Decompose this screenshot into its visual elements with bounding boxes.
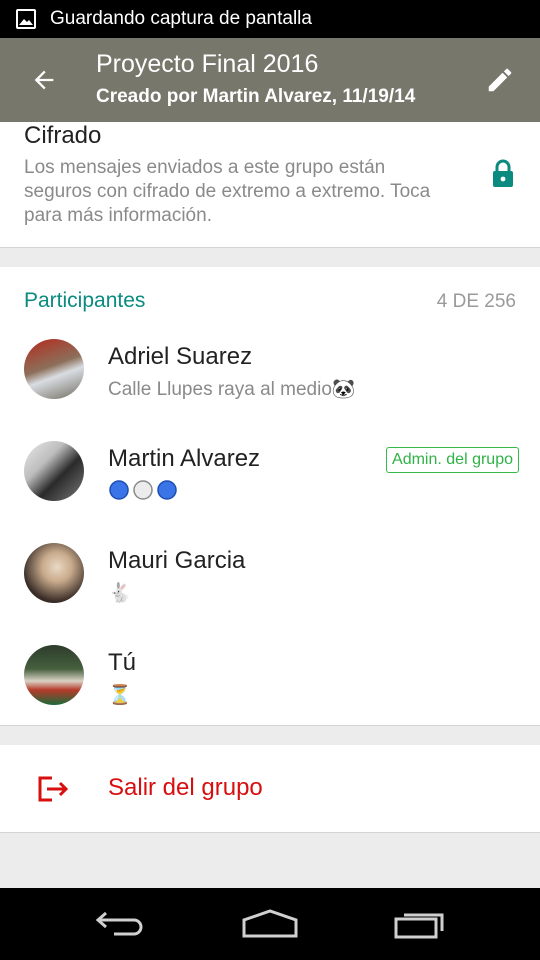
recents-nav-button[interactable] [390,904,450,944]
arrow-back-icon [34,70,54,90]
app-bar: Proyecto Final 2016 Creado por Martin Al… [0,38,540,122]
participant-row[interactable]: Mauri Garcia 🐇 [0,543,540,645]
blue-circle-icon [157,480,177,500]
white-circle-icon [133,480,153,500]
avatar [24,441,84,501]
status-bar: Guardando captura de pantalla [0,0,540,38]
participant-name: Tú [108,649,137,676]
participants-header: Participantes [24,289,146,312]
participant-name: Adriel Suarez [108,343,253,370]
group-subtitle: Creado por Martin Alvarez, 11/19/14 [96,86,416,107]
participants-card: Participantes 4 DE 256 Adriel Suarez Cal… [0,267,540,726]
avatar [24,339,84,399]
recents-nav-icon [394,913,444,939]
blue-circle-icon [109,480,129,500]
image-icon [16,9,36,29]
lock-icon [493,159,513,187]
participant-row[interactable]: Tú ⏳ [0,645,540,747]
leave-group-button[interactable]: Salir del grupo [0,745,540,833]
participant-status: 🐇 [108,583,132,604]
avatar [24,543,84,603]
participant-status [108,479,178,501]
participant-row[interactable]: Adriel Suarez Calle Llupes raya al medio… [0,339,540,441]
home-nav-icon [242,909,298,938]
home-nav-button[interactable] [240,904,300,944]
pencil-icon [488,68,512,92]
leave-group-label: Salir del grupo [108,774,263,801]
encryption-description: Los mensajes enviados a este grupo están… [24,157,431,226]
back-nav-icon [95,911,143,936]
exit-icon [38,776,69,802]
back-nav-button[interactable] [90,904,150,944]
participant-status: ⏳ [108,685,132,706]
participants-count: 4 DE 256 [436,291,516,312]
status-text: Guardando captura de pantalla [50,8,312,29]
group-title[interactable]: Proyecto Final 2016 [96,50,318,79]
participant-status: Calle Llupes raya al medio🐼 [108,379,356,400]
participant-name: Mauri Garcia [108,547,246,574]
encryption-card[interactable]: Cifrado Los mensajes enviados a este gru… [0,122,540,248]
edit-button[interactable] [480,60,520,100]
back-button[interactable] [24,60,64,100]
encryption-title: Cifrado [24,122,102,149]
participant-row[interactable]: Martin Alvarez Admin. del grupo [0,441,540,543]
navigation-bar [0,888,540,960]
admin-badge: Admin. del grupo [386,447,519,473]
avatar [24,645,84,705]
participant-name: Martin Alvarez [108,445,261,472]
